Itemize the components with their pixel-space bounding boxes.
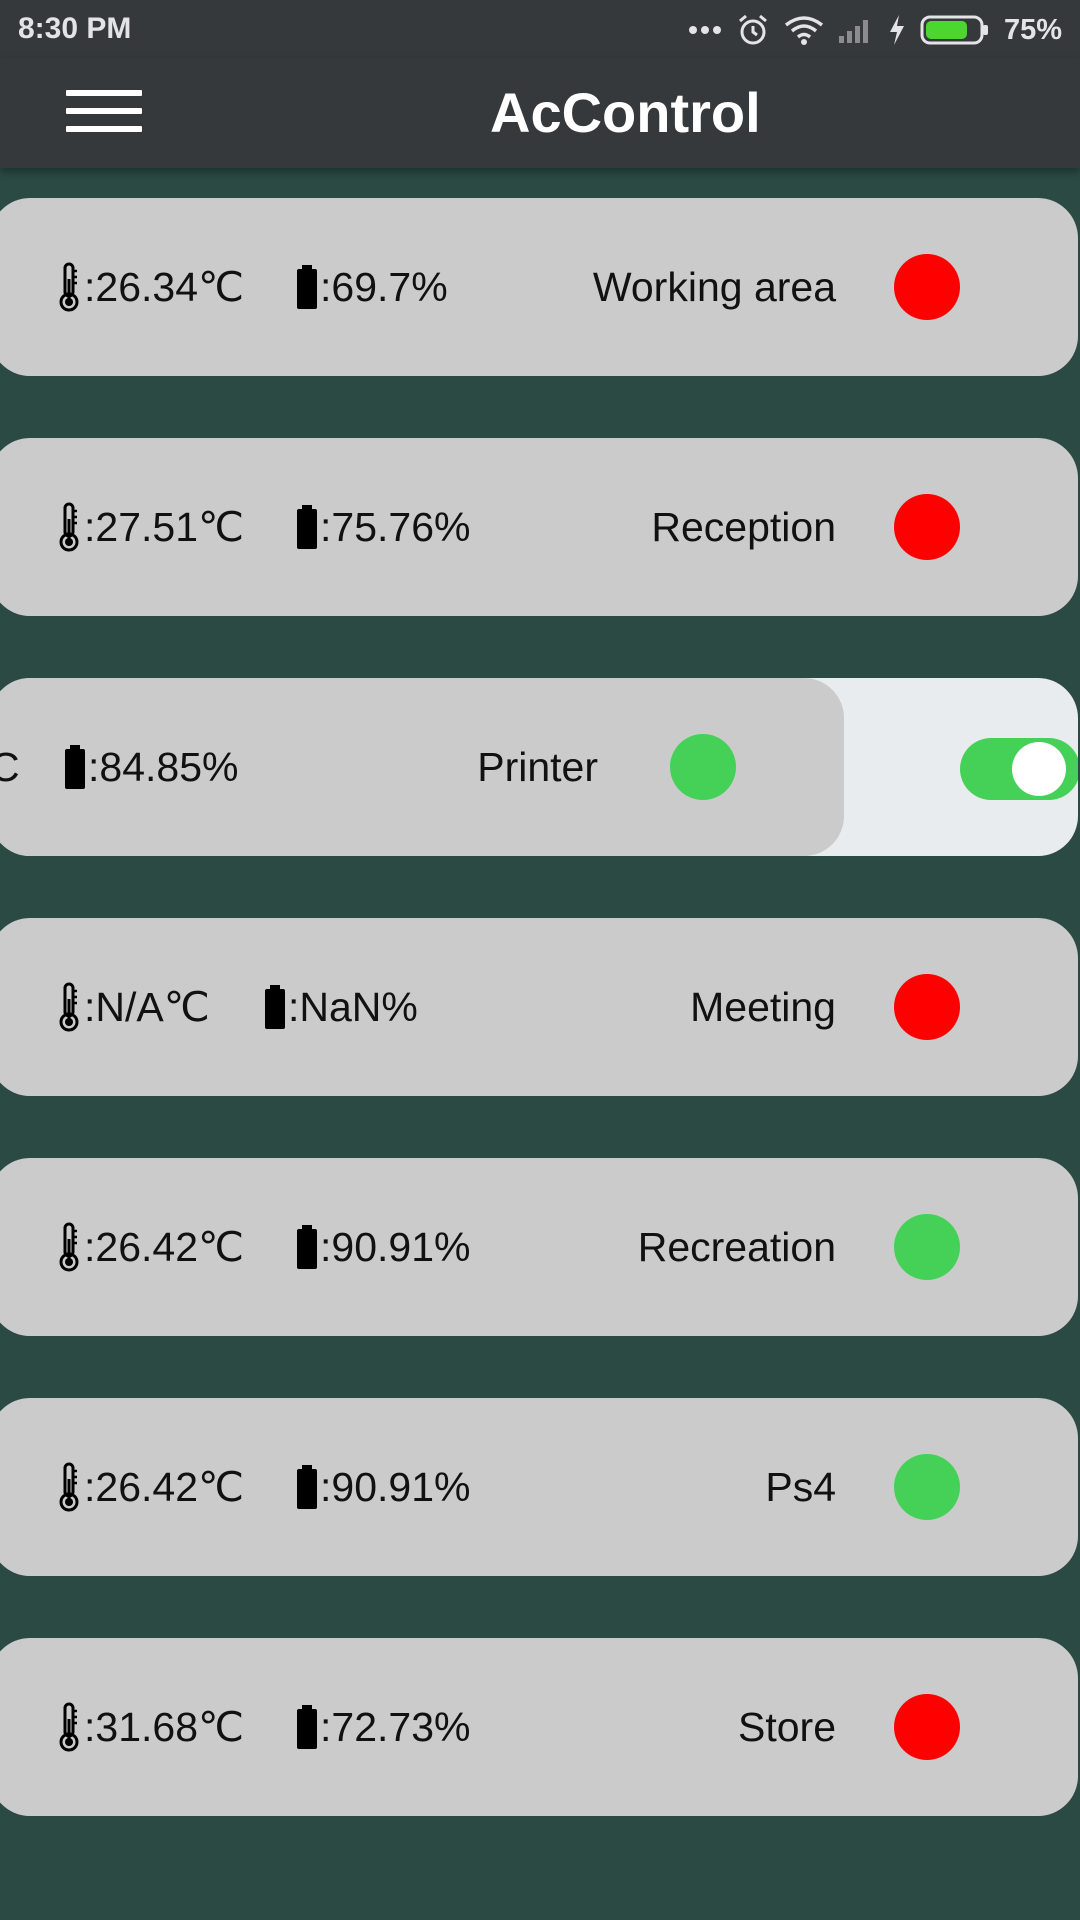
status-time: 8:30 PM [18,12,132,45]
status-indicator-off [894,974,960,1040]
humidity-value: :90.91% [320,1463,471,1510]
humidity-value: :84.85% [88,743,239,790]
room-card-ps4[interactable]: :26.42℃ :90.91% Ps4 [0,1398,1078,1576]
app-title: AcControl [490,81,761,144]
status-indicator-on [670,734,736,800]
toggle-knob[interactable] [1012,742,1066,796]
temperature-reading: C [0,678,20,856]
battery-level-icon [265,985,285,1029]
humidity-reading: :90.91% [296,1158,470,1336]
humidity-value: :NaN% [288,983,418,1030]
humidity-value: :90.91% [320,1223,471,1270]
temperature-reading: :31.68℃ [56,1638,244,1816]
thermometer-icon [59,1462,79,1512]
status-indicator-on [894,1214,960,1280]
temperature-reading: :27.51℃ [56,438,244,616]
humidity-value: :75.76% [320,503,471,550]
temperature-value: :26.42℃ [84,1464,245,1510]
thermometer-icon [59,262,79,312]
alarm-icon [738,14,767,45]
room-card-recreation[interactable]: :26.42℃ :90.91% Recreation [0,1158,1078,1336]
power-toggle-switch[interactable] [960,738,1078,800]
humidity-reading: :84.85% [64,678,238,856]
app-bar: AcControl [0,58,1080,168]
temperature-reading: :N/A℃ [56,918,210,1096]
signal-icon [838,20,868,43]
wifi-icon [784,16,824,45]
room-name: Printer [477,744,598,790]
battery-level-icon [297,1465,317,1509]
battery-level-icon [65,745,85,789]
battery-icon [920,15,988,45]
room-card-printer[interactable]: C :84.85% Printer [0,678,1078,856]
humidity-reading: :NaN% [264,918,418,1096]
room-card-reception[interactable]: :27.51℃ :75.76% Reception [0,438,1078,616]
temperature-reading: :26.42℃ [56,1158,244,1336]
room-name: Meeting [690,984,836,1030]
room-name: Store [738,1704,836,1750]
temperature-value: :N/A℃ [84,984,210,1030]
room-name: Ps4 [765,1464,836,1510]
temperature-reading: :26.42℃ [56,1398,244,1576]
thermometer-icon [59,1222,79,1272]
room-card-store[interactable]: :31.68℃ :72.73% Store [0,1638,1078,1816]
humidity-reading: :75.76% [296,438,470,616]
humidity-value: :69.7% [320,263,448,310]
printer-card-content[interactable]: C :84.85% Printer [0,678,844,856]
room-name: Recreation [637,1224,836,1270]
temperature-value: :27.51℃ [84,504,245,550]
status-icons: 75% [688,10,1062,50]
temperature-value: :26.42℃ [84,1224,245,1270]
battery-level-icon [297,265,317,309]
charging-icon [889,15,904,45]
room-card-working-area[interactable]: :26.34℃ :69.7% Working area [0,198,1078,376]
battery-percent: 75% [1003,13,1062,46]
status-indicator-off [894,254,960,320]
humidity-value: :72.73% [320,1703,471,1750]
battery-level-icon [297,1225,317,1269]
more-dots-icon [688,26,721,34]
room-card-meeting[interactable]: :N/A℃ :NaN% Meeting [0,918,1078,1096]
temperature-value: :31.68℃ [84,1704,245,1750]
room-name: Reception [651,504,836,550]
thermometer-icon [59,982,79,1032]
temperature-value: :26.34℃ [84,264,245,310]
temperature-reading: :26.34℃ [56,198,244,376]
status-indicator-off [894,1694,960,1760]
humidity-reading: :90.91% [296,1398,470,1576]
room-name: Working area [592,264,836,310]
humidity-reading: :69.7% [296,198,448,376]
hamburger-menu-icon[interactable] [52,76,152,146]
status-indicator-off [894,494,960,560]
battery-level-icon [297,1705,317,1749]
humidity-reading: :72.73% [296,1638,470,1816]
thermometer-icon [59,1702,79,1752]
temperature-value: C [0,743,20,790]
status-bar: 8:30 PM 75% [0,0,1080,58]
battery-level-icon [297,505,317,549]
status-indicator-on [894,1454,960,1520]
thermometer-icon [59,502,79,552]
